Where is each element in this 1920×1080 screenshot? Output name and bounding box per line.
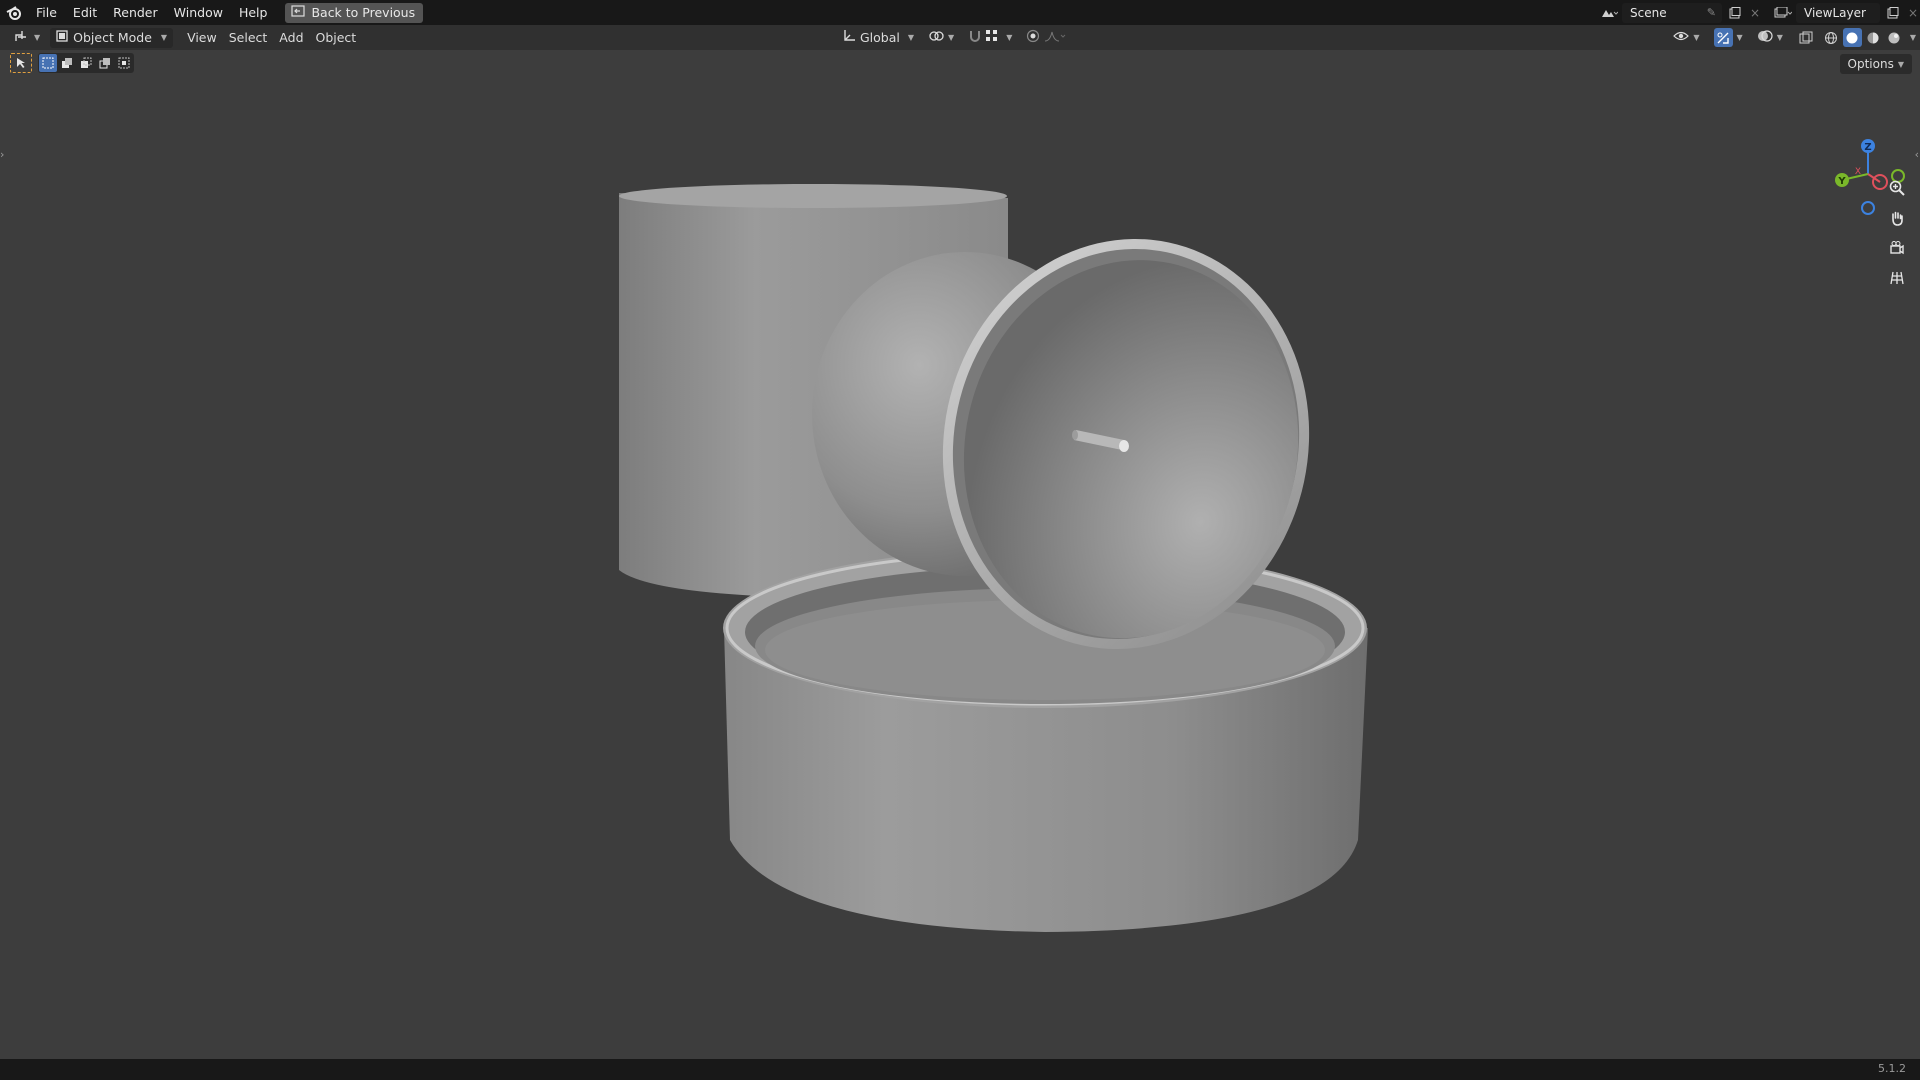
editor-type-icon — [14, 29, 30, 46]
scene-name-field[interactable]: Scene ✎ — [1622, 2, 1722, 23]
xray-icon[interactable] — [1797, 28, 1816, 47]
menu-select[interactable]: Select — [223, 28, 274, 48]
chevron-down-icon: ▼ — [34, 33, 41, 42]
chevron-down-icon: ▼ — [1776, 33, 1783, 42]
3d-viewport[interactable]: › ‹ Z Y X Options ▼ — [0, 50, 1920, 1059]
view-layer-browse-icon[interactable] — [1770, 3, 1796, 23]
top-menu-bar: File Edit Render Window Help Back to Pre… — [0, 0, 1920, 25]
menu-object[interactable]: Object — [310, 28, 363, 48]
overlay-icon — [1757, 29, 1773, 46]
toolbar-expand-icon[interactable]: › — [0, 148, 8, 161]
menu-file[interactable]: File — [28, 0, 65, 25]
scene-name: Scene — [1630, 5, 1667, 20]
scene-browse-icon[interactable] — [1596, 3, 1622, 23]
delete-view-layer-icon[interactable]: × — [1906, 3, 1920, 23]
select-intersect-icon[interactable] — [115, 54, 133, 72]
transform-orientation-dropdown[interactable]: Global ▼ — [836, 28, 920, 48]
view-layer-name: ViewLayer — [1804, 5, 1866, 20]
pivot-icon — [928, 29, 944, 46]
back-icon — [291, 5, 306, 20]
topbar-right: Scene ✎ × ViewLayer × — [1596, 0, 1920, 25]
falloff-icon — [1044, 30, 1066, 45]
select-subtract-icon[interactable] — [77, 54, 95, 72]
blender-logo-icon[interactable] — [0, 0, 28, 25]
material-icon[interactable] — [1864, 28, 1883, 47]
visibility-dropdown[interactable]: ▼ — [1667, 28, 1705, 48]
menu-help[interactable]: Help — [231, 0, 276, 25]
solid-icon[interactable] — [1842, 28, 1862, 47]
chevron-down-icon: ▼ — [948, 33, 955, 42]
selection-mode-group — [38, 53, 134, 73]
viewport-header: ▼ Object Mode ▼ View Select Add Object G… — [0, 25, 1920, 50]
z-axis-label: Z — [1864, 142, 1871, 153]
transform-controls: Global ▼ ▼ ▼ — [836, 25, 1072, 50]
chevron-down-icon: ▼ — [1006, 33, 1013, 42]
options-label: Options — [1847, 57, 1894, 71]
viewport-display-controls: ▼ ▼ ▼ ▼ — [1667, 25, 1916, 50]
gizmo-icon — [1713, 28, 1733, 47]
chevron-down-icon: ▼ — [160, 33, 168, 42]
shading-options-chevron-icon[interactable]: ▼ — [1910, 33, 1916, 42]
snap-grid-icon — [986, 30, 998, 45]
chevron-down-icon: ▼ — [1693, 33, 1700, 42]
object-mode-dropdown[interactable]: Object Mode ▼ — [50, 27, 174, 48]
proportional-editing-toggle[interactable] — [1020, 28, 1072, 48]
scene-render — [619, 184, 1368, 932]
delete-scene-icon[interactable]: × — [1748, 3, 1762, 23]
select-extend-icon[interactable] — [58, 54, 76, 72]
menu-window[interactable]: Window — [166, 0, 231, 25]
neg-z-axis-handle[interactable] — [1861, 201, 1875, 215]
select-invert-icon[interactable] — [96, 54, 114, 72]
overlay-toggle[interactable]: ▼ — [1751, 28, 1789, 48]
new-scene-icon[interactable] — [1722, 3, 1748, 23]
select-new-icon[interactable] — [39, 54, 57, 72]
y-axis-label: Y — [1837, 176, 1846, 187]
sidebar-expand-icon[interactable]: ‹ — [1915, 148, 1919, 161]
zoom-icon[interactable] — [1884, 175, 1910, 201]
menu-edit[interactable]: Edit — [65, 0, 105, 25]
proportional-icon — [1026, 29, 1040, 46]
pivot-point-dropdown[interactable]: ▼ — [922, 28, 960, 48]
tool-settings-row — [10, 52, 134, 74]
new-view-layer-icon[interactable] — [1880, 3, 1906, 23]
chevron-down-icon: ▼ — [1736, 33, 1743, 42]
visibility-icon — [1673, 29, 1690, 46]
hand-icon[interactable] — [1884, 205, 1910, 231]
snap-toggle[interactable]: ▼ — [962, 28, 1018, 48]
chevron-down-icon: ▼ — [1897, 59, 1904, 69]
select-box-icon[interactable] — [10, 53, 32, 73]
camera-icon[interactable] — [1884, 235, 1910, 261]
status-bar: 5.1.2 — [0, 1059, 1920, 1080]
wireframe-icon[interactable] — [1822, 28, 1841, 47]
menu-add[interactable]: Add — [273, 28, 309, 48]
snap-icon — [968, 29, 982, 46]
orientation-label: Global — [860, 30, 900, 45]
menu-view[interactable]: View — [181, 28, 223, 48]
scene-selector: Scene ✎ × — [1596, 2, 1762, 23]
object-mode-label: Object Mode — [73, 30, 152, 45]
gizmo-toggle[interactable]: ▼ — [1708, 28, 1749, 48]
x-axis-label: X — [1855, 167, 1861, 177]
chevron-down-icon: ▼ — [907, 33, 915, 42]
version-label: 5.1.2 — [1878, 1062, 1906, 1075]
grid-icon[interactable] — [1884, 265, 1910, 291]
back-to-previous-button[interactable]: Back to Previous — [285, 2, 424, 23]
editor-type-button[interactable]: ▼ — [8, 28, 46, 48]
object-mode-icon — [56, 30, 68, 45]
menu-render[interactable]: Render — [105, 0, 166, 25]
back-to-previous-label: Back to Previous — [311, 5, 416, 20]
rendered-icon[interactable] — [1885, 28, 1904, 47]
pin-icon[interactable]: ✎ — [1707, 3, 1716, 23]
orientation-icon — [842, 29, 856, 46]
view-layer-selector: ViewLayer × — [1770, 2, 1920, 23]
options-dropdown[interactable]: Options ▼ — [1839, 54, 1912, 74]
view-layer-name-field[interactable]: ViewLayer — [1796, 2, 1880, 23]
